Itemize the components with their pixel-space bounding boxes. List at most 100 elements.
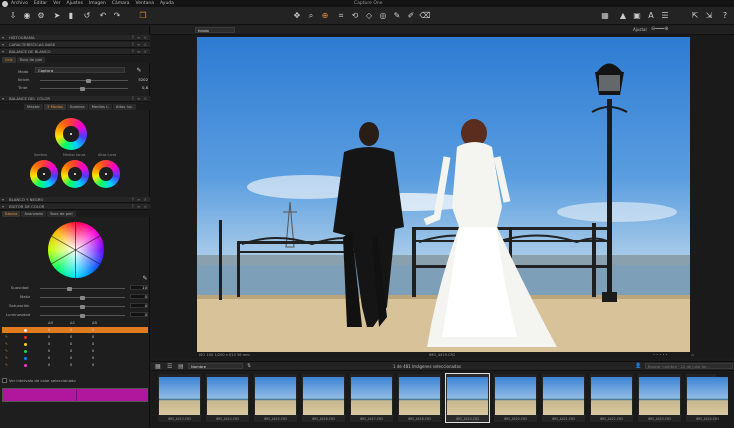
menu-editar[interactable]: Editar: [34, 1, 47, 6]
thumbnail[interactable]: IMG_4421.CR2: [542, 374, 585, 422]
menu-ventana[interactable]: Ventana: [136, 1, 154, 6]
zoom-slider-icon[interactable]: ⊖━━━⊕: [651, 26, 668, 32]
section-white-balance[interactable]: BALANCE DE BLANCO ? ≡ ×: [0, 49, 150, 55]
thumbnail[interactable]: IMG_4422.CR2: [590, 374, 633, 422]
selected-color-range-bar[interactable]: [2, 388, 148, 402]
section-base[interactable]: CARACTERÍSTICAS BASE ? ≡ ×: [0, 42, 150, 48]
row-edit-icon[interactable]: ✎: [5, 341, 8, 347]
tab-master[interactable]: Máster: [24, 103, 43, 110]
eyedropper-icon[interactable]: ✎: [134, 66, 144, 76]
apply-adjust-icon[interactable]: ⇲: [704, 11, 714, 21]
menu-archivo[interactable]: Archivo: [11, 1, 28, 6]
sort-dropdown[interactable]: Nombre: [188, 363, 243, 369]
saturacion-slider[interactable]: [40, 304, 125, 309]
section-tools-icon[interactable]: ? ≡ ×: [132, 197, 148, 203]
process-icon[interactable]: ⚙: [36, 11, 46, 21]
row-edit-icon[interactable]: ✎: [5, 327, 8, 333]
tab-tono-piel-ce[interactable]: Tono de piel: [46, 210, 76, 217]
section-tools-icon[interactable]: ? ≡ ×: [132, 42, 148, 48]
tint-value[interactable]: 0,8: [130, 85, 148, 90]
thumbnail[interactable]: IMG_4420.CR2: [494, 374, 537, 422]
main-photo[interactable]: [197, 37, 690, 352]
shadow-color-wheel[interactable]: [30, 160, 58, 188]
wheel-handle[interactable]: [105, 173, 107, 175]
cursor-icon[interactable]: ➤: [52, 11, 62, 21]
suavidad-slider[interactable]: [40, 286, 125, 291]
kelvin-knob[interactable]: [86, 78, 91, 83]
rating-stars-icon[interactable]: •••••: [653, 352, 669, 358]
color-tag-icon[interactable]: ▭: [691, 352, 694, 358]
background-dropdown[interactable]: fondo: [195, 27, 235, 33]
focus-mask-icon[interactable]: ☰: [660, 11, 670, 21]
tint-knob[interactable]: [80, 86, 85, 91]
row-edit-icon[interactable]: ✎: [5, 348, 8, 354]
matiz-slider[interactable]: [40, 295, 125, 300]
redo-icon[interactable]: ↷: [112, 11, 122, 21]
filmstrip-view-icon[interactable]: ▤: [178, 363, 184, 370]
thumbnail[interactable]: IMG_4419.CR2: [445, 373, 490, 423]
color-table-row[interactable]: ✎ 0 0 0: [2, 327, 148, 333]
proof-icon[interactable]: ▣: [632, 11, 642, 21]
grid-view-icon[interactable]: ▦: [155, 363, 161, 370]
color-table-row[interactable]: ✎ 0 0 0: [2, 362, 148, 368]
undo-icon[interactable]: ↶: [98, 11, 108, 21]
color-table-row[interactable]: ✎ 0 0 0: [2, 334, 148, 340]
midtone-color-wheel[interactable]: [61, 160, 89, 188]
slider-knob[interactable]: [80, 313, 85, 318]
help-icon[interactable]: ?: [720, 11, 730, 21]
menu-imagen[interactable]: Imagen: [89, 1, 106, 6]
slider-knob[interactable]: [80, 304, 85, 309]
tab-sombra[interactable]: Sombra: [66, 103, 88, 110]
crop-icon[interactable]: ⌗: [336, 11, 346, 21]
row-edit-icon[interactable]: ✎: [5, 355, 8, 361]
section-tools-icon[interactable]: ? ≡ ×: [132, 49, 148, 55]
menu-ayuda[interactable]: Ayuda: [160, 1, 174, 6]
wheel-handle[interactable]: [43, 173, 45, 175]
spot-icon[interactable]: ◎: [378, 11, 388, 21]
tab-3-modos[interactable]: 3 Modos: [43, 103, 66, 110]
color-table-row[interactable]: ✎ 0 0 0: [2, 341, 148, 347]
zoom-icon[interactable]: ⊕: [320, 11, 330, 21]
reset-icon[interactable]: ↺: [82, 11, 92, 21]
keystone-icon[interactable]: ◇: [364, 11, 374, 21]
tab-tono-piel[interactable]: Tono de piel: [16, 56, 46, 63]
thumbnail[interactable]: IMG_4414.CR2: [206, 374, 249, 422]
luminosidad-slider[interactable]: [40, 313, 125, 318]
section-bw[interactable]: BLANCO Y NEGRO ? ≡ ×: [0, 197, 150, 203]
brush-icon[interactable]: ✐: [406, 11, 416, 21]
highlight-color-wheel[interactable]: [92, 160, 120, 188]
copy-icon[interactable]: ❐: [138, 11, 148, 21]
pan-icon[interactable]: ✥: [292, 11, 302, 21]
search-field[interactable]: Buscar nombre · 22 de julio de...: [645, 363, 733, 369]
fit-label[interactable]: Ajustar: [633, 27, 647, 32]
user-icon[interactable]: 👤: [635, 363, 641, 369]
grid-icon[interactable]: ▦: [600, 11, 610, 21]
color-editor-wheel[interactable]: [48, 222, 104, 278]
section-histogram[interactable]: HISTOGRAMA ? ≡ ×: [0, 35, 150, 41]
row-edit-icon[interactable]: ✎: [5, 334, 8, 340]
thumbnail[interactable]: IMG_4415.CR2: [254, 374, 297, 422]
menu-ajustes[interactable]: Ajustes: [67, 1, 83, 6]
kelvin-value[interactable]: 5202: [130, 77, 148, 82]
thumbnail[interactable]: IMG_4423.CR2: [638, 374, 681, 422]
thumbnail[interactable]: IMG_4417.CR2: [350, 374, 393, 422]
color-table-row[interactable]: ✎ 0 0 0: [2, 348, 148, 354]
tint-slider[interactable]: [40, 86, 128, 91]
wheel-handle[interactable]: [74, 173, 76, 175]
slider-knob[interactable]: [67, 286, 72, 291]
tab-basico[interactable]: Básico: [2, 210, 21, 217]
list-view-icon[interactable]: ☰: [167, 363, 172, 370]
rotate-icon[interactable]: ⟲: [350, 11, 360, 21]
menu-camara[interactable]: Cámara: [112, 1, 130, 6]
eyedropper-icon[interactable]: ✎: [140, 274, 150, 284]
tab-medios[interactable]: Medios t.: [88, 103, 112, 110]
tab-altas-luces[interactable]: Altas luc.: [112, 103, 137, 110]
import-icon[interactable]: ⇩: [8, 11, 18, 21]
range-checkbox[interactable]: [2, 378, 7, 383]
text-overlay-icon[interactable]: A: [646, 11, 656, 21]
menu-ver[interactable]: Ver: [53, 1, 60, 6]
slider-knob[interactable]: [80, 295, 85, 300]
wb-mode-dropdown[interactable]: Captura: [35, 67, 125, 73]
copy-adjust-icon[interactable]: ⇱: [690, 11, 700, 21]
kelvin-slider[interactable]: [40, 78, 128, 83]
